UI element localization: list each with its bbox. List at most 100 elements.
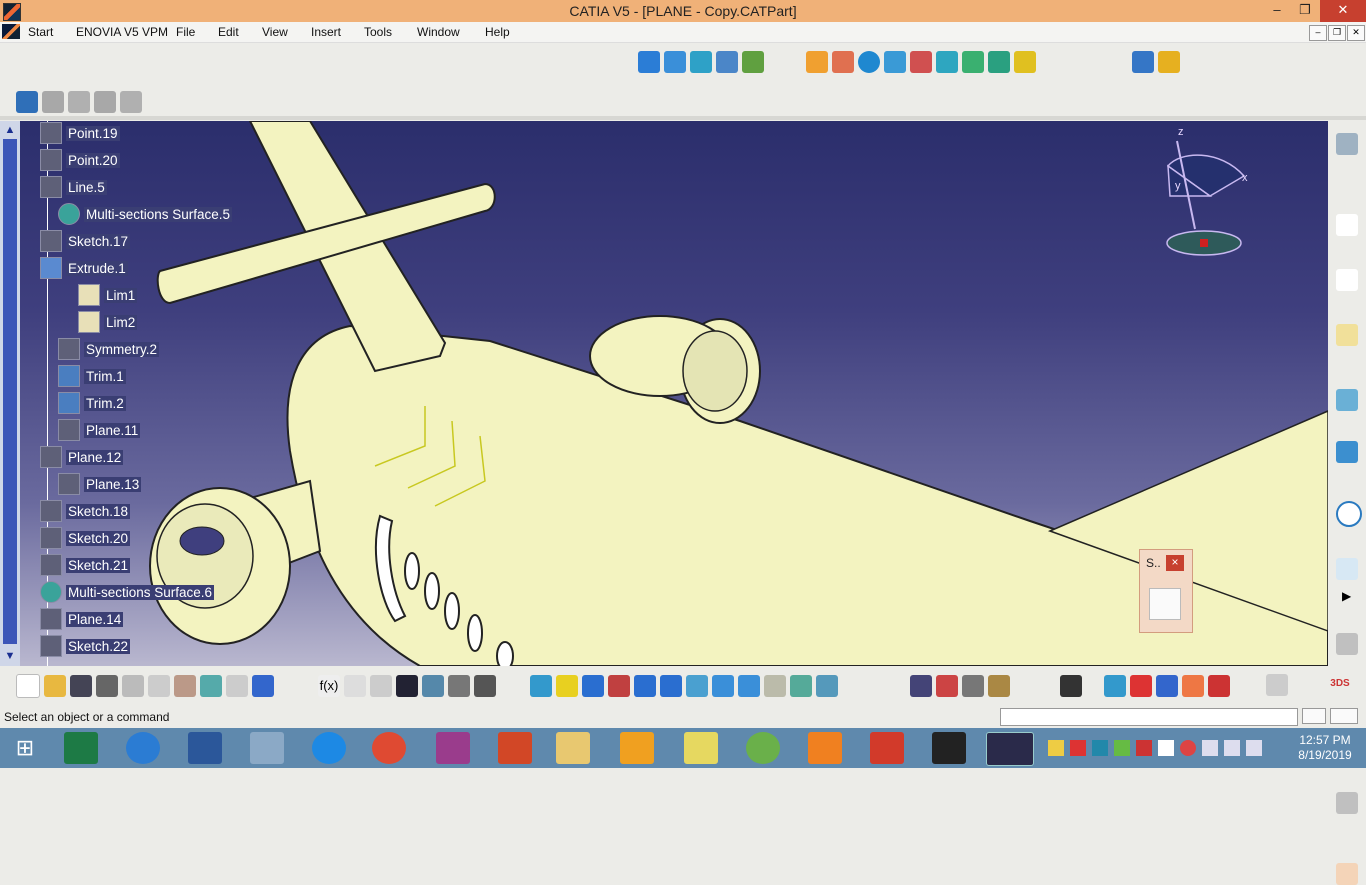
zoom-in-icon[interactable] <box>634 675 656 697</box>
tree-node[interactable]: +Sketch.22 <box>40 635 131 657</box>
intersection-icon[interactable] <box>1336 441 1358 463</box>
sketcher-icon[interactable] <box>1149 588 1181 620</box>
utorrent-icon[interactable] <box>746 732 780 764</box>
menu-window[interactable]: Window <box>417 25 460 39</box>
blend-icon[interactable] <box>742 51 764 73</box>
picsart-icon[interactable] <box>436 732 470 764</box>
monitor-icon[interactable] <box>250 732 284 764</box>
normal-view-icon[interactable] <box>686 675 708 697</box>
bluetooth-icon[interactable] <box>1092 740 1108 756</box>
menu-edit[interactable]: Edit <box>218 25 239 39</box>
tray-chrome-icon[interactable] <box>1180 740 1196 756</box>
tree-node[interactable]: +Multi-sections Surface.6 <box>40 581 215 603</box>
command-history-button[interactable] <box>1302 708 1326 724</box>
lock-icon[interactable] <box>448 675 470 697</box>
mass-icon[interactable] <box>988 675 1010 697</box>
healing-icon[interactable] <box>832 51 854 73</box>
tree-node[interactable]: +Point.20 <box>40 149 120 171</box>
connect-checker-icon[interactable] <box>1104 675 1126 697</box>
tray-antivirus-icon[interactable] <box>1070 740 1086 756</box>
sketch-plane-icon[interactable] <box>1158 51 1180 73</box>
adaptive-sweep-icon[interactable] <box>988 51 1010 73</box>
tree-node[interactable]: Plane.11 <box>58 419 141 441</box>
fly-mode-icon[interactable] <box>530 675 552 697</box>
menu-tools[interactable]: Tools <box>364 25 392 39</box>
swap-visible-space-icon[interactable] <box>816 675 838 697</box>
doc-restore-button[interactable]: ❐ <box>1328 25 1346 41</box>
menu-enovia[interactable]: ENOVIA V5 VPM <box>76 25 168 39</box>
tree-node[interactable]: +Sketch.17 <box>40 230 131 252</box>
tree-node[interactable]: +Plane.12 <box>40 446 124 468</box>
restore-button[interactable]: ❐ <box>1290 0 1320 22</box>
hide-show-icon[interactable] <box>790 675 812 697</box>
undo-icon[interactable] <box>200 675 222 697</box>
repetition-icon[interactable] <box>1132 51 1154 73</box>
sketcher-tool-icon[interactable] <box>1336 133 1358 155</box>
extrude-surface-icon[interactable] <box>638 51 660 73</box>
menu-view[interactable]: View <box>262 25 288 39</box>
measure-between-icon[interactable] <box>910 675 932 697</box>
network-icon[interactable] <box>1202 740 1218 756</box>
plane-tool-icon[interactable] <box>1014 51 1036 73</box>
word-icon[interactable] <box>188 732 222 764</box>
design-table-icon[interactable] <box>370 675 392 697</box>
tray-utorrent-icon[interactable] <box>1114 740 1130 756</box>
update-icon[interactable] <box>474 675 496 697</box>
catia-taskbar-icon[interactable] <box>986 732 1034 766</box>
paste-icon[interactable] <box>174 675 196 697</box>
save-icon[interactable] <box>70 675 92 697</box>
tree-node[interactable]: Multi-sections Surface.5 <box>58 203 233 225</box>
menu-file[interactable]: File <box>176 25 195 39</box>
scroll-up-icon[interactable]: ▲ <box>3 123 17 137</box>
media-player-icon[interactable] <box>620 732 654 764</box>
tree-node[interactable]: Lim2 <box>78 311 138 333</box>
redo-icon[interactable] <box>226 675 248 697</box>
multi-sections-icon[interactable] <box>962 51 984 73</box>
system-clock[interactable]: 12:57 PM 8/19/2019 <box>1290 733 1360 763</box>
vlc-icon[interactable] <box>808 732 842 764</box>
formula-icon[interactable]: f(x) <box>318 675 340 697</box>
tree-node[interactable]: +Point.19 <box>40 122 120 144</box>
zoom-out-icon[interactable] <box>660 675 682 697</box>
circle-tool-icon[interactable] <box>1336 501 1362 527</box>
pan-icon[interactable] <box>582 675 604 697</box>
excel-icon[interactable] <box>64 732 98 764</box>
close-button[interactable]: ✕ <box>1320 0 1366 22</box>
tree-scrollbar[interactable]: ▲ ▼ <box>0 121 20 666</box>
doc-minimize-button[interactable]: – <box>1309 25 1327 41</box>
tree-node[interactable]: Plane.13 <box>58 473 142 495</box>
sketch-toolbar-close-button[interactable]: × <box>1166 555 1184 571</box>
command-run-button[interactable] <box>1330 708 1358 724</box>
capture-icon[interactable] <box>1060 675 1082 697</box>
rotate-icon[interactable] <box>608 675 630 697</box>
battery-icon[interactable] <box>1246 740 1262 756</box>
fill-icon[interactable] <box>690 51 712 73</box>
tree-node[interactable]: Lim1 <box>78 284 138 306</box>
scroll-thumb[interactable] <box>3 139 17 644</box>
menu-help[interactable]: Help <box>485 25 510 39</box>
copy-icon[interactable] <box>148 675 170 697</box>
projection-icon[interactable] <box>1336 389 1358 411</box>
tree-node[interactable]: +Sketch.21 <box>40 554 131 576</box>
sweep-icon[interactable] <box>664 51 686 73</box>
chrome-icon[interactable] <box>372 732 406 764</box>
sphere-icon[interactable] <box>858 51 880 73</box>
cloud-icon[interactable] <box>1158 740 1174 756</box>
pdf-reader-icon[interactable] <box>870 732 904 764</box>
spline-tool-icon[interactable] <box>1336 558 1358 580</box>
plane-tool-icon[interactable] <box>1336 324 1358 346</box>
line-tool-icon[interactable] <box>1336 269 1358 291</box>
doc-close-button[interactable]: ✕ <box>1347 25 1365 41</box>
new-icon[interactable] <box>16 674 40 698</box>
tree-node[interactable]: −Extrude.1 <box>40 257 128 279</box>
tree-node[interactable]: +Sketch.18 <box>40 500 131 522</box>
menu-insert[interactable]: Insert <box>311 25 341 39</box>
print-icon[interactable] <box>96 675 118 697</box>
revolve-icon[interactable] <box>910 51 932 73</box>
internet-explorer-icon[interactable] <box>126 732 160 764</box>
table-icon[interactable] <box>396 675 418 697</box>
tree-node[interactable]: Trim.2 <box>58 392 126 414</box>
fit-all-icon[interactable] <box>556 675 578 697</box>
select-arrow-icon[interactable] <box>1336 863 1358 885</box>
measure-item-icon[interactable] <box>936 675 958 697</box>
